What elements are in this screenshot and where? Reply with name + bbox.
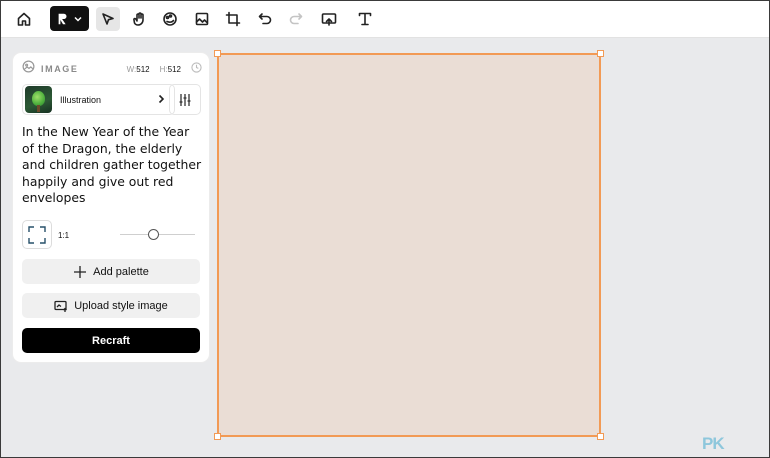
upload-style-label: Upload style image [74,299,168,312]
resize-handle-top-right[interactable] [597,50,604,57]
add-palette-label: Add palette [93,265,149,278]
home-button[interactable] [12,7,36,31]
undo-icon [258,13,272,25]
watermark: PK [702,434,725,453]
text-tool-icon [358,12,372,26]
palette-tool-button[interactable] [158,7,182,31]
select-tool-button[interactable] [96,7,120,31]
undo-button[interactable] [253,7,277,31]
sliders-icon [179,93,191,106]
width-value: 512 [136,64,150,74]
palette-icon [163,12,177,26]
height-label: H: [159,64,168,74]
recraft-logo-icon [58,13,67,24]
aspect-ratio-label: 1:1 [58,231,70,240]
select-pointer-icon [102,13,114,25]
image-frame-tool-button[interactable] [190,7,214,31]
dimensions: W:512 H:512 [127,65,181,74]
chevron-down-icon [74,16,82,22]
canvas-frame[interactable] [217,53,601,437]
aspect-ratio-button[interactable] [22,220,52,249]
crop-icon [225,11,241,27]
upload-image-icon [321,13,337,26]
crop-tool-button[interactable] [221,7,245,31]
redo-icon [289,13,303,25]
resize-handle-bottom-left[interactable] [214,433,221,440]
top-toolbar [0,0,770,38]
style-selector[interactable]: Illustration [22,84,175,115]
upload-style-image-button[interactable]: Upload style image [22,293,200,318]
panel-header: IMAGE W:512 H:512 [22,60,202,78]
image-icon [22,60,35,78]
slider-thumb[interactable] [148,229,160,240]
upload-image-icon [54,300,68,312]
panel-title: IMAGE [41,64,79,74]
hand-icon [133,12,144,26]
image-frame-icon [195,12,209,26]
text-tool-button[interactable] [353,7,377,31]
home-icon [17,12,31,26]
history-clock-icon[interactable] [191,60,202,78]
upload-image-button[interactable] [317,7,341,31]
style-name: Illustration [60,94,102,105]
plus-icon [74,265,87,278]
height-readout[interactable]: H:512 [160,65,181,74]
expand-frame-icon [28,225,46,244]
height-value: 512 [167,64,181,74]
width-readout[interactable]: W:512 [127,65,150,74]
recraft-label: Recraft [92,334,130,347]
resize-handle-bottom-right[interactable] [597,433,604,440]
recraft-logo-menu[interactable] [50,6,89,31]
add-palette-button[interactable]: Add palette [22,259,200,284]
chevron-right-icon [156,91,166,109]
resize-handle-top-left[interactable] [214,50,221,57]
style-thumbnail [25,86,52,113]
prompt-input[interactable] [22,124,204,210]
redo-button[interactable] [284,7,308,31]
style-settings-button[interactable] [169,84,201,115]
hand-tool-button[interactable] [128,7,152,31]
image-settings-panel: IMAGE W:512 H:512 Illustration 1:1 Add p… [13,53,209,362]
recraft-button[interactable]: Recraft [22,328,200,353]
width-label: W: [126,64,137,74]
